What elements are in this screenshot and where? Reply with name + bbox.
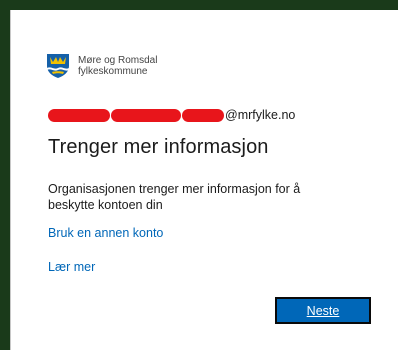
org-logo: Møre og Romsdal fylkeskommune [46, 53, 157, 79]
redaction-mark [111, 108, 181, 122]
learn-more-link[interactable]: Lær mer [48, 260, 95, 274]
next-button[interactable]: Neste [275, 297, 371, 324]
account-identifier: @mrfylke.no [48, 107, 295, 123]
page-title: Trenger mer informasjon [48, 136, 269, 158]
use-another-account-link[interactable]: Bruk en annen konto [48, 226, 163, 240]
signin-card: Møre og Romsdal fylkeskommune @mrfylke.n… [10, 10, 398, 350]
description-text: Organisasjonen trenger mer informasjon f… [48, 182, 301, 212]
account-domain: @mrfylke.no [225, 108, 296, 122]
org-name-line1: Møre og Romsdal [78, 55, 158, 66]
redaction-mark [182, 108, 224, 122]
redaction-mark [48, 108, 110, 122]
org-name-line2: fylkeskommune [78, 66, 148, 77]
county-shield-icon [47, 54, 69, 78]
